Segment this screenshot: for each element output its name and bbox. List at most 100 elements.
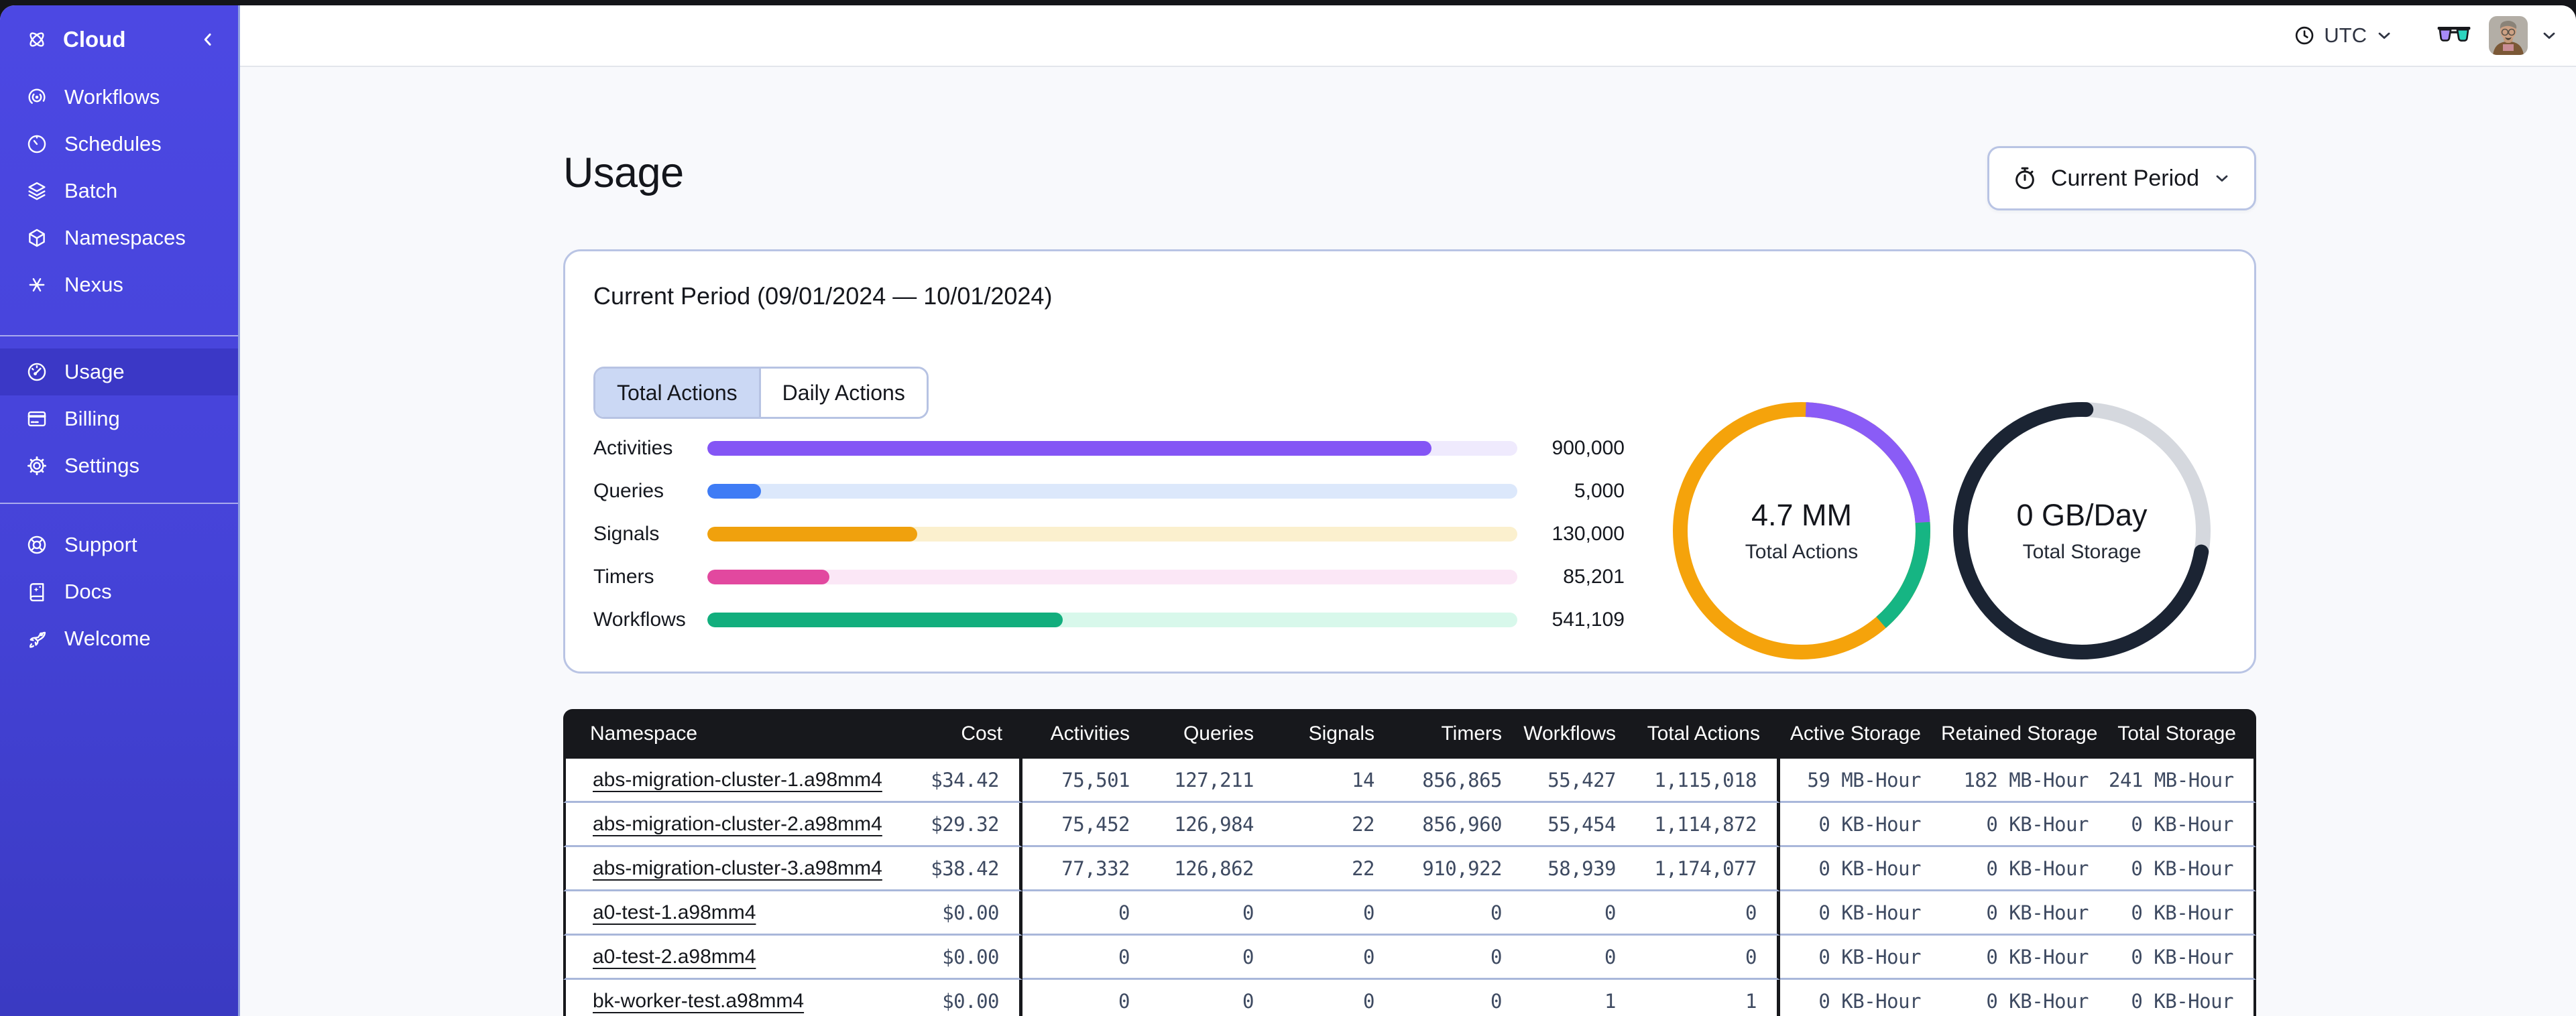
usage-bar-fill [707,613,1063,627]
usage-bar-chart: Activities 900,000 Queries 5,000 Signals… [593,427,1625,641]
activities-cell: 75,501 [1022,759,1150,803]
active-storage-cell: 0 KB-Hour [1780,936,1941,980]
col-active-storage: Active Storage [1780,709,1941,759]
usage-bar-label: Queries [593,480,664,502]
temporal-logo-icon [25,28,48,51]
donut-value: 4.7 MM [1751,498,1853,532]
sidebar-item-label: Welcome [64,627,151,650]
queries-cell: 127,211 [1150,759,1274,803]
sidebar-item-usage[interactable]: Usage [0,348,238,395]
active-storage-cell: 0 KB-Hour [1780,980,1941,1016]
retained-storage-cell: 0 KB-Hour [1941,936,2109,980]
usage-bar-row: Timers 85,201 [593,556,1625,598]
usage-bar-value: 5,000 [1574,480,1625,502]
sidebar-item-docs[interactable]: Docs [0,568,238,615]
usage-bar-track [707,484,1517,499]
retained-storage-cell: 0 KB-Hour [1941,980,2109,1016]
glasses-icon[interactable] [2437,24,2471,47]
usage-bar-label: Timers [593,566,654,588]
total-actions-cell: 1 [1636,980,1780,1016]
user-menu-chevron-icon[interactable] [2540,26,2559,45]
usage-bar-value: 85,201 [1563,566,1625,588]
page-content: Usage Current Period Current Period (09/… [240,67,2576,1016]
col-total-actions: Total Actions [1636,709,1780,759]
total-storage-cell: 0 KB-Hour [2109,891,2256,936]
sidebar-item-workflows[interactable]: Workflows [0,74,238,121]
cost-cell: $38.42 [878,847,1022,891]
table-row: abs-migration-cluster-3.a98mm4 $38.42 77… [563,847,2256,891]
table-row: bk-worker-test.a98mm4 $0.00 0 0 0 0 1 1 … [563,980,2256,1016]
sidebar: Cloud Workflows Schedules Batch Namespac… [0,5,240,1016]
user-avatar[interactable] [2489,16,2528,55]
namespace-link[interactable]: abs-migration-cluster-1.a98mm4 [593,769,882,791]
sidebar-nav-footer: Support Docs Welcome [0,521,238,662]
namespace-link[interactable]: abs-migration-cluster-3.a98mm4 [593,857,882,879]
cost-cell: $0.00 [878,936,1022,980]
usage-bar-row: Workflows 541,109 [593,598,1625,641]
namespace-link[interactable]: bk-worker-test.a98mm4 [593,990,804,1012]
cost-cell: $29.32 [878,803,1022,847]
sidebar-item-welcome[interactable]: Welcome [0,615,238,662]
sidebar-item-settings[interactable]: Settings [0,442,238,489]
col-total-storage: Total Storage [2109,709,2256,759]
workflows-icon [25,86,48,109]
stopwatch-icon [2015,167,2034,190]
settings-gear-icon [25,454,48,477]
topbar: UTC [240,5,2576,67]
activities-cell: 75,452 [1022,803,1150,847]
sidebar-item-batch[interactable]: Batch [0,168,238,214]
workflows-cell: 55,454 [1522,803,1636,847]
tab-total-actions[interactable]: Total Actions [595,369,759,417]
cost-cell: $34.42 [878,759,1022,803]
total-storage-donut: 0 GB/Day Total Storage [1941,390,2223,672]
tab-daily-actions[interactable]: Daily Actions [758,369,927,417]
donut-center: 0 GB/Day Total Storage [1941,390,2223,672]
nexus-asterisk-icon [25,273,48,296]
queries-cell: 126,862 [1150,847,1274,891]
period-selector-button[interactable]: Current Period [1987,146,2256,210]
usage-bar-fill [707,527,917,542]
activities-cell: 0 [1022,936,1150,980]
donut-center: 4.7 MM Total Actions [1661,390,1942,672]
usage-bar-track [707,613,1517,627]
col-workflows: Workflows [1522,709,1636,759]
sidebar-item-support[interactable]: Support [0,521,238,568]
sidebar-collapse-button[interactable] [198,29,218,50]
usage-bar-track [707,570,1517,584]
namespace-link[interactable]: a0-test-1.a98mm4 [593,901,756,924]
timezone-selector[interactable]: UTC [2293,23,2394,48]
namespace-usage-table: Namespace Cost Activities Queries Signal… [563,709,2256,1016]
usage-bar-label: Signals [593,523,660,545]
sidebar-item-schedules[interactable]: Schedules [0,121,238,168]
billing-card-icon [25,407,48,430]
sidebar-divider [0,335,238,336]
queries-cell: 0 [1150,936,1274,980]
cost-cell: $0.00 [878,891,1022,936]
namespace-link[interactable]: abs-migration-cluster-2.a98mm4 [593,813,882,835]
timers-cell: 0 [1395,891,1522,936]
timers-cell: 0 [1395,980,1522,1016]
main-area: UTC Usage Current Period Current Period … [240,5,2576,1016]
sidebar-header: Cloud [0,5,238,67]
signals-cell: 0 [1274,980,1395,1016]
sidebar-item-namespaces[interactable]: Namespaces [0,214,238,261]
timezone-label: UTC [2324,23,2367,47]
chevron-down-icon [2378,32,2390,39]
sidebar-item-label: Billing [64,407,120,430]
total-storage-cell: 0 KB-Hour [2109,980,2256,1016]
namespace-link[interactable]: a0-test-2.a98mm4 [593,946,756,968]
sidebar-item-label: Support [64,533,137,556]
total-actions-cell: 0 [1636,891,1780,936]
workflows-cell: 58,939 [1522,847,1636,891]
usage-bar-fill [707,441,1431,456]
sidebar-item-billing[interactable]: Billing [0,395,238,442]
signals-cell: 22 [1274,803,1395,847]
sidebar-brand-label: Cloud [63,27,126,52]
retained-storage-cell: 0 KB-Hour [1941,891,2109,936]
activities-cell: 0 [1022,891,1150,936]
total-storage-cell: 0 KB-Hour [2109,803,2256,847]
queries-cell: 0 [1150,980,1274,1016]
workflows-cell: 0 [1522,936,1636,980]
sidebar-item-nexus[interactable]: Nexus [0,261,238,308]
usage-bar-row: Activities 900,000 [593,427,1625,470]
